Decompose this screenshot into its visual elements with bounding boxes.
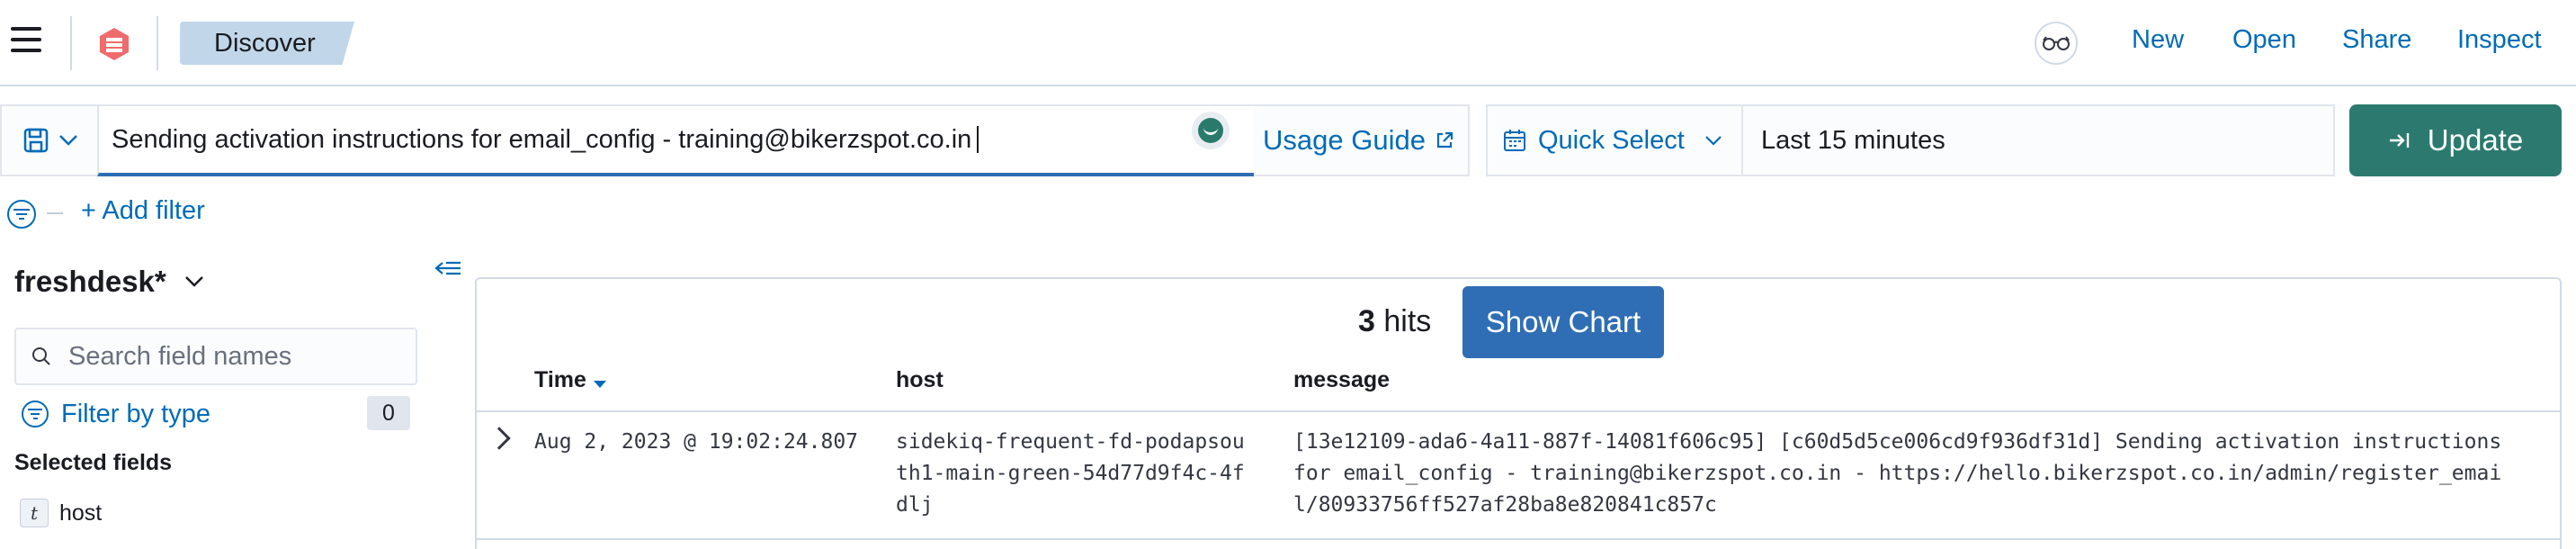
share-link[interactable]: Share [2342, 25, 2411, 55]
new-link[interactable]: New [2132, 25, 2184, 55]
cell-line: sidekiq-frequent-fd-podapsou [896, 430, 1245, 454]
selected-fields-heading: Selected fields [14, 450, 173, 475]
cell-line: l/80933756ff527af28ba8e820841c857c [1293, 493, 1717, 517]
filter-by-type-button[interactable]: Filter by type [22, 396, 210, 432]
header-divider [70, 16, 72, 70]
collapse-sidebar-icon[interactable] [434, 257, 464, 284]
column-label: message [1293, 367, 1391, 392]
row-divider [477, 538, 2560, 540]
column-header-time[interactable]: Time [534, 367, 606, 393]
hit-count: 3 hits [1358, 304, 1431, 339]
glasses-icon[interactable] [2035, 22, 2078, 65]
update-label: Update [2427, 123, 2524, 157]
chevron-down-icon [184, 276, 203, 287]
elastic-logo-icon[interactable] [95, 25, 133, 63]
selected-field-item[interactable]: t host [20, 499, 102, 527]
query-input[interactable]: Sending activation instructions for emai… [97, 104, 1256, 176]
usage-guide-label: Usage Guide [1263, 124, 1426, 156]
saved-query-button[interactable] [0, 104, 99, 176]
breadcrumb-discover[interactable]: Discover [180, 22, 354, 65]
text-caret [977, 126, 979, 153]
header-divider [477, 410, 2560, 412]
filter-options-icon[interactable] [7, 200, 36, 229]
column-header-message[interactable]: message [1293, 367, 1390, 393]
cell-host: sidekiq-frequent-fd-podapsou th1-main-gr… [896, 427, 1245, 521]
cell-message: [13e12109-ada6-4a11-887f-14081f606c95] [… [1293, 427, 2501, 521]
quick-select-button[interactable]: Quick Select [1486, 104, 1743, 176]
show-chart-button[interactable]: Show Chart [1462, 286, 1664, 358]
inspect-link[interactable]: Inspect [2457, 25, 2542, 55]
sort-descending-icon[interactable] [593, 380, 606, 388]
cell-line: [13e12109-ada6-4a11-887f-14081f606c95] [… [1293, 430, 2502, 454]
add-filter-button[interactable]: + Add filter [81, 196, 205, 226]
string-type-icon: t [20, 499, 49, 527]
filter-count-badge: 0 [367, 396, 410, 430]
search-icon [32, 347, 50, 365]
chevron-down-icon [1705, 136, 1722, 146]
search-placeholder: Search field names [68, 341, 292, 371]
update-button[interactable]: Update [2349, 104, 2562, 176]
calendar-icon [1504, 130, 1525, 151]
field-name: host [59, 500, 103, 526]
filter-icon [22, 400, 49, 428]
external-link-icon [1436, 131, 1453, 148]
index-pattern-selector[interactable]: freshdesk* [14, 265, 204, 299]
usage-guide-link[interactable]: Usage Guide [1254, 104, 1470, 176]
chevron-down-icon [59, 135, 77, 146]
hits-label: hits [1383, 304, 1432, 338]
column-label: host [896, 367, 944, 392]
cell-line: dlj [896, 493, 934, 517]
column-header-host[interactable]: host [896, 367, 944, 393]
column-label: Time [534, 367, 586, 392]
time-range-display[interactable]: Last 15 minutes [1743, 104, 2335, 176]
quick-select-label: Quick Select [1538, 125, 1685, 155]
filter-by-type-label: Filter by type [61, 399, 210, 428]
cell-time: Aug 2, 2023 @ 19:02:24.807 [534, 430, 859, 454]
search-field-names-input[interactable]: Search field names [14, 328, 417, 385]
hamburger-icon[interactable] [11, 27, 47, 59]
cell-line: th1-main-green-54d77d9f4c-4f [896, 462, 1245, 485]
hit-count-number: 3 [1358, 304, 1375, 338]
cell-line: for email_config - training@bikerzspot.c… [1293, 462, 2502, 485]
query-text: Sending activation instructions for emai… [112, 124, 972, 154]
save-icon [23, 128, 49, 153]
open-link[interactable]: Open [2232, 25, 2296, 55]
index-pattern-name: freshdesk* [14, 265, 166, 298]
top-header: Discover New Open Share Inspect [0, 0, 2576, 86]
filter-divider [47, 212, 63, 214]
loading-spinner-icon [1192, 112, 1230, 149]
refresh-icon [2389, 133, 2409, 148]
header-divider [157, 16, 158, 70]
